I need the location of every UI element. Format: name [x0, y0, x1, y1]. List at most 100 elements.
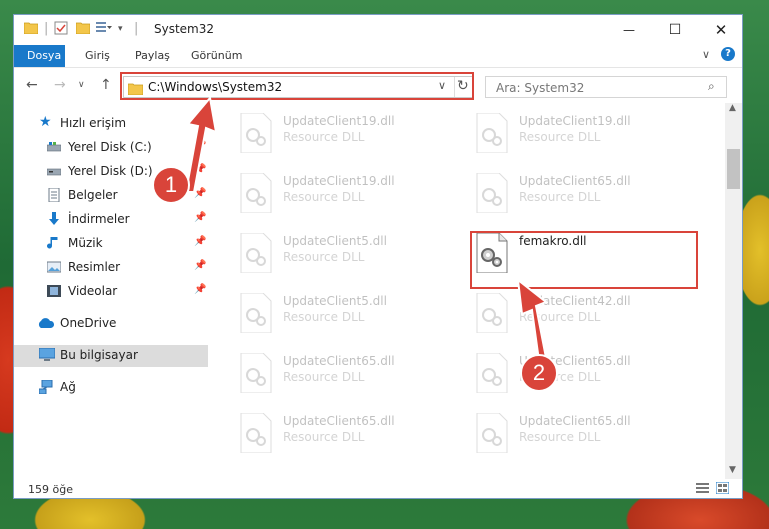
sidebar-item-label: Resimler	[68, 260, 121, 274]
pictures-icon	[46, 260, 62, 274]
file-name: UpdateClient5.dll	[283, 294, 387, 308]
recent-locations-chevron-icon[interactable]: ∨	[78, 80, 85, 90]
star-icon: ★	[39, 114, 52, 130]
file-name: UpdateClient19.dll	[283, 114, 395, 128]
file-type: Resource DLL	[519, 190, 601, 204]
file-item[interactable]: UpdateClient19.dll Resource DLL	[209, 169, 429, 217]
scrollbar-thumb[interactable]	[727, 149, 740, 189]
scroll-up-arrow-icon[interactable]: ▲	[729, 103, 736, 113]
sidebar-item-label: Yerel Disk (C:)	[68, 140, 152, 154]
search-icon[interactable]: ⌕	[708, 79, 715, 94]
search-box[interactable]: ⌕	[485, 76, 727, 98]
scroll-down-arrow-icon[interactable]: ▼	[729, 465, 736, 475]
sidebar-item-label: Ağ	[60, 380, 76, 394]
file-item[interactable]: UpdateClient5.dll Resource DLL	[209, 289, 429, 337]
sidebar-item-network[interactable]: Ağ	[14, 377, 208, 399]
file-type: Resource DLL	[283, 130, 365, 144]
new-folder-icon[interactable]	[75, 21, 91, 38]
file-item[interactable]: UpdateClient65.dll Resource DLL	[209, 409, 429, 457]
file-item[interactable]: UpdateClient5.dll Resource DLL	[209, 229, 429, 277]
dll-file-icon	[240, 113, 272, 153]
dll-file-icon	[476, 113, 508, 153]
sidebar-item-label: Yerel Disk (D:)	[68, 164, 153, 178]
file-name: UpdateClient5.dll	[283, 234, 387, 248]
window-title: System32	[154, 22, 215, 36]
dll-file-icon	[240, 413, 272, 453]
dll-file-icon	[240, 173, 272, 213]
file-name: UpdateClient19.dll	[283, 174, 395, 188]
dll-file-icon	[240, 353, 272, 393]
file-name: UpdateClient19.dll	[519, 114, 631, 128]
file-type: Resource DLL	[283, 250, 365, 264]
computer-icon	[38, 347, 56, 362]
expand-ribbon-chevron-icon[interactable]: ∨	[702, 48, 710, 61]
pin-icon[interactable]: 📌	[194, 236, 206, 247]
forward-arrow-icon[interactable]: →	[54, 77, 66, 93]
dll-file-icon	[240, 293, 272, 333]
step-2-badge: 2	[520, 354, 558, 392]
file-item[interactable]: UpdateClient19.dll Resource DLL	[209, 109, 429, 157]
tab-share[interactable]: Paylaş	[126, 45, 179, 67]
back-arrow-icon[interactable]: ←	[26, 77, 38, 93]
tab-view[interactable]: Görünüm	[182, 45, 251, 67]
pin-icon[interactable]: 📌	[194, 260, 206, 271]
videos-icon	[47, 284, 61, 298]
large-icons-view-icon[interactable]	[715, 481, 730, 497]
maximize-button[interactable]: ☐	[652, 15, 698, 45]
title-bar: | ▾ | System32 — ☐ ✕	[14, 15, 742, 45]
sidebar-item-label: Videolar	[68, 284, 118, 298]
sidebar-item-videos[interactable]: Videolar 📌	[14, 281, 208, 303]
up-arrow-icon[interactable]: ↑	[100, 77, 112, 93]
vertical-scrollbar[interactable]: ▲ ▼	[725, 103, 742, 479]
sidebar-item-label: Müzik	[68, 236, 103, 250]
documents-icon	[47, 187, 61, 203]
separator: |	[134, 21, 139, 36]
pin-icon[interactable]: 📌	[194, 284, 206, 295]
file-name: UpdateClient65.dll	[283, 414, 395, 428]
file-name: UpdateClient65.dll	[519, 414, 631, 428]
file-type: Resource DLL	[519, 130, 601, 144]
file-type: Resource DLL	[283, 370, 365, 384]
file-item[interactable]: UpdateClient65.dll Resource DLL	[445, 169, 665, 217]
music-icon	[47, 236, 61, 250]
dll-file-icon	[476, 173, 508, 213]
sidebar-item-music[interactable]: Müzik 📌	[14, 233, 208, 255]
sidebar-item-onedrive[interactable]: OneDrive	[14, 313, 208, 335]
sidebar-item-label: İndirmeler	[68, 212, 130, 226]
dll-file-icon	[240, 233, 272, 273]
sidebar-item-downloads[interactable]: İndirmeler 📌	[14, 209, 208, 231]
file-name: UpdateClient65.dll	[519, 174, 631, 188]
search-input[interactable]	[494, 78, 698, 98]
minimize-button[interactable]: —	[606, 15, 652, 45]
step-1-badge: 1	[152, 166, 190, 204]
file-item[interactable]: UpdateClient19.dll Resource DLL	[445, 109, 665, 157]
tab-file[interactable]: Dosya	[14, 45, 65, 67]
cloud-icon	[37, 316, 55, 330]
tab-home[interactable]: Giriş	[76, 45, 119, 67]
separator: |	[44, 21, 49, 36]
properties-icon[interactable]	[54, 21, 68, 39]
sidebar-item-label: OneDrive	[60, 316, 117, 330]
file-type: Resource DLL	[283, 310, 365, 324]
sidebar-item-this-pc[interactable]: Bu bilgisayar	[14, 345, 208, 367]
sidebar-item-label: Belgeler	[68, 188, 118, 202]
drive-icon	[46, 140, 62, 154]
help-icon[interactable]: ?	[721, 47, 735, 61]
sidebar-item-label: Hızlı erişim	[60, 116, 127, 130]
pin-icon[interactable]: 📌	[194, 212, 206, 223]
sidebar-item-pictures[interactable]: Resimler 📌	[14, 257, 208, 279]
details-view-icon[interactable]	[696, 482, 709, 497]
dll-file-icon	[476, 413, 508, 453]
drive-icon	[46, 164, 62, 178]
sidebar-item-label: Bu bilgisayar	[60, 348, 138, 362]
view-menu-icon[interactable]	[96, 21, 112, 39]
customize-toolbar-chevron-icon[interactable]: ▾	[118, 24, 123, 34]
ribbon-tabs: Dosya Giriş Paylaş Görünüm ∨ ?	[14, 45, 742, 68]
file-name: UpdateClient65.dll	[283, 354, 395, 368]
close-button[interactable]: ✕	[698, 15, 744, 45]
file-item[interactable]: UpdateClient65.dll Resource DLL	[209, 349, 429, 397]
file-type: Resource DLL	[283, 430, 365, 444]
file-item[interactable]: UpdateClient65.dll Resource DLL	[445, 409, 665, 457]
item-count: 159 öğe	[28, 483, 73, 496]
downloads-icon	[47, 212, 61, 226]
